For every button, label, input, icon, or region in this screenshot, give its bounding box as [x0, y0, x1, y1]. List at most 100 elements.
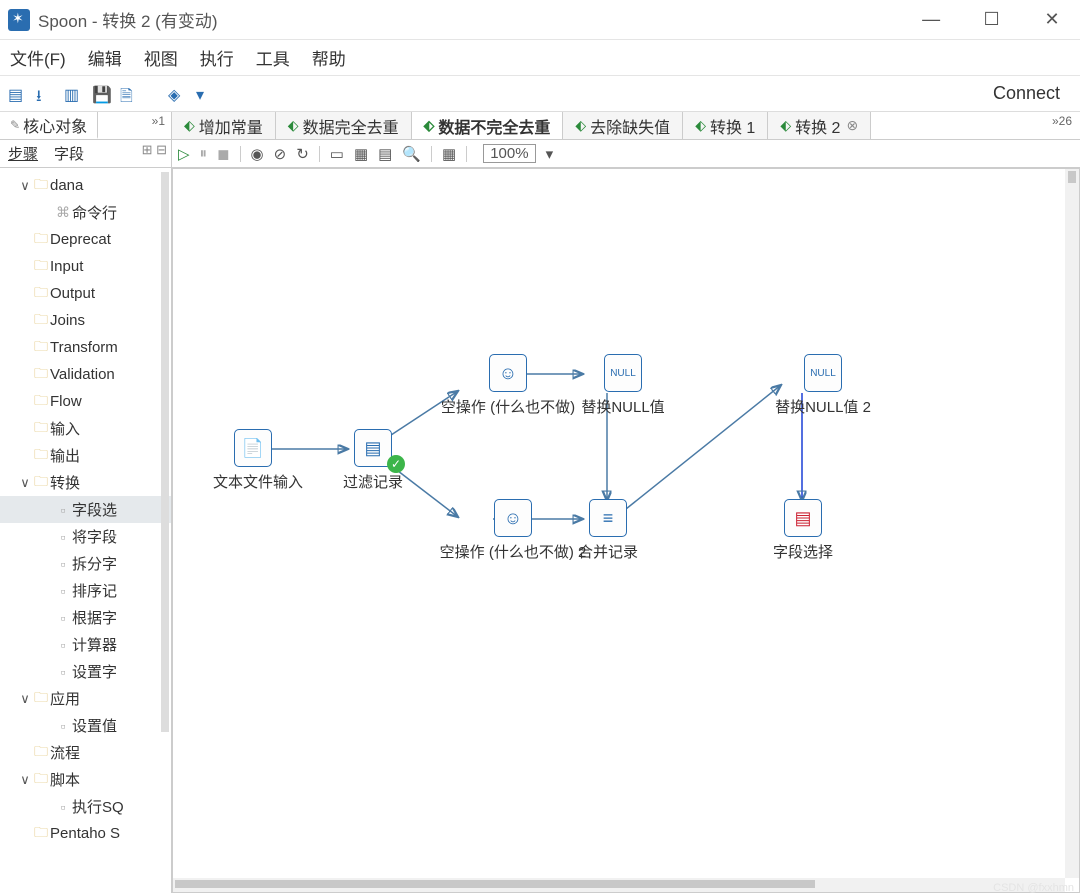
transformation-icon: ⬖ [575, 117, 586, 134]
explore-icon[interactable]: ▥ [64, 85, 82, 103]
sidebar-tab-overflow[interactable]: »1 [146, 112, 171, 139]
tree-item[interactable]: 🗀输出 [0, 442, 171, 469]
horizontal-scrollbar[interactable] [173, 878, 1065, 892]
editor-tab[interactable]: ⬖去除缺失值 [563, 112, 683, 139]
tree-item[interactable]: ▫根据字 [0, 604, 171, 631]
saveas-icon[interactable]: 🗎 [120, 85, 138, 103]
node-replace-null-1[interactable]: NULL替换NULL值 [568, 354, 678, 417]
tree-item[interactable]: 🗀Deprecat [0, 226, 171, 253]
open-icon[interactable]: ⭳ [36, 85, 54, 103]
zoom-select[interactable]: 100% [483, 144, 535, 163]
transformation-icon: ⬖ [695, 117, 706, 134]
close-button[interactable]: ✕ [1024, 9, 1080, 30]
pause-icon[interactable]: ⏸ [200, 145, 208, 162]
replay-icon[interactable]: ↻ [296, 145, 309, 163]
sidebar-tree[interactable]: ∨🗀dana⌘命令行🗀Deprecat🗀Input🗀Output🗀Joins🗀T… [0, 168, 171, 893]
save-icon[interactable]: 💾 [92, 85, 110, 103]
tree-item[interactable]: ∨🗀应用 [0, 685, 171, 712]
check-badge-icon: ✓ [387, 455, 405, 473]
transformation-icon: ⬖ [288, 117, 299, 134]
new-icon[interactable]: ▤ [8, 85, 26, 103]
menu-bar: 文件(F) 编辑 视图 执行 工具 帮助 [0, 40, 1080, 76]
sidebar-header: 步骤 字段 ⊞ ⊟ [0, 140, 171, 168]
sidebar-head-steps[interactable]: 步骤 [0, 140, 46, 167]
editor-tabs: ⬖增加常量⬖数据完全去重⬖数据不完全去重⬖去除缺失值⬖转换 1⬖转换 2⊗ »26 [172, 112, 1080, 140]
menu-file[interactable]: 文件(F) [10, 45, 66, 70]
debug-icon[interactable]: ⊘ [274, 145, 287, 163]
menu-edit[interactable]: 编辑 [88, 45, 122, 70]
tree-item[interactable]: 🗀Validation [0, 361, 171, 388]
sidebar-head-icons[interactable]: ⊞ ⊟ [138, 140, 171, 167]
layers-icon[interactable]: ◈ [168, 85, 186, 103]
canvas-toolbar: ▷ ⏸ ◼ ◉ ⊘ ↻ ▭ ▦ ▤ 🔍 ▦ 100% ▾ [172, 140, 1080, 168]
head-icon: ☺ [489, 354, 527, 392]
connect-link[interactable]: Connect [993, 83, 1060, 104]
tree-item[interactable]: ∨🗀脚本 [0, 766, 171, 793]
tree-item[interactable]: 🗀Transform [0, 334, 171, 361]
canvas[interactable]: 📄文本文件输入 ▤过滤记录✓ ☺空操作 (什么也不做) NULL替换NULL值 … [172, 168, 1080, 893]
maximize-button[interactable]: ☐ [964, 9, 1020, 30]
search-icon[interactable]: 🔍 [402, 145, 421, 163]
editor-tab[interactable]: ⬖数据不完全去重 [412, 112, 564, 139]
zoom-dropdown-icon[interactable]: ▾ [546, 145, 554, 163]
tree-item[interactable]: 🗀Joins [0, 307, 171, 334]
editor-tab[interactable]: ⬖数据完全去重 [276, 112, 412, 139]
app-icon [8, 9, 30, 31]
impact-icon[interactable]: ▦ [354, 145, 368, 163]
tree-item[interactable]: ▫计算器 [0, 631, 171, 658]
node-merge-rows[interactable]: ≡合并记录 [568, 499, 648, 562]
stop-icon[interactable]: ◼ [217, 145, 229, 163]
node-select-values[interactable]: ▤字段选择 [763, 499, 843, 562]
vertical-scrollbar[interactable] [1065, 169, 1079, 878]
sql-icon[interactable]: ▭ [330, 145, 344, 163]
editor-tab[interactable]: ⬖转换 1 [683, 112, 768, 139]
tree-item[interactable]: ▫将字段 [0, 523, 171, 550]
node-text-file-input[interactable]: 📄文本文件输入 [213, 429, 293, 492]
editor-tab[interactable]: ⬖转换 2⊗ [768, 112, 871, 139]
tree-item[interactable]: 🗀流程 [0, 739, 171, 766]
menu-help[interactable]: 帮助 [312, 45, 346, 70]
transformation-icon: ⬖ [424, 117, 435, 134]
menu-run[interactable]: 执行 [200, 45, 234, 70]
tabs-overflow[interactable]: »26 [1044, 112, 1080, 139]
tree-item[interactable]: ▫字段选 [0, 496, 171, 523]
sidebar-tabs: ✎核心对象 »1 [0, 112, 171, 140]
menu-tools[interactable]: 工具 [256, 45, 290, 70]
watermark: CSDN @fxxhmn [993, 882, 1074, 894]
db-icon[interactable]: ▤ [378, 145, 392, 163]
node-replace-null-2[interactable]: NULL替换NULL值 2 [763, 354, 883, 417]
node-filter-rows[interactable]: ▤过滤记录✓ [333, 429, 413, 492]
head-icon: ☺ [494, 499, 532, 537]
tree-item[interactable]: ▫拆分字 [0, 550, 171, 577]
tree-item[interactable]: 🗀Output [0, 280, 171, 307]
sidebar-head-fields[interactable]: 字段 [46, 140, 92, 167]
preview-icon[interactable]: ◉ [251, 145, 264, 163]
tree-item[interactable]: ∨🗀dana [0, 172, 171, 199]
tab-close-icon[interactable]: ⊗ [846, 117, 858, 134]
file-icon: 📄 [234, 429, 272, 467]
tree-item[interactable]: ▫排序记 [0, 577, 171, 604]
null-icon: NULL [804, 354, 842, 392]
tree-item[interactable]: 🗀Pentaho S [0, 820, 171, 847]
title-bar: Spoon - 转换 2 (有变动) — ☐ ✕ [0, 0, 1080, 40]
tree-item[interactable]: 🗀Input [0, 253, 171, 280]
layout-icon[interactable]: ▦ [442, 145, 456, 163]
null-icon: NULL [604, 354, 642, 392]
tree-item[interactable]: ▫设置值 [0, 712, 171, 739]
run-icon[interactable]: ▷ [178, 145, 190, 163]
tree-item[interactable]: ⌘命令行 [0, 199, 171, 226]
transformation-icon: ⬖ [780, 117, 791, 134]
menu-view[interactable]: 视图 [144, 45, 178, 70]
tree-item[interactable]: 🗀Flow [0, 388, 171, 415]
tree-item[interactable]: ∨🗀转换 [0, 469, 171, 496]
minimize-button[interactable]: — [903, 9, 959, 30]
tree-item[interactable]: ▫设置字 [0, 658, 171, 685]
merge-icon: ≡ [589, 499, 627, 537]
window-title: Spoon - 转换 2 (有变动) [38, 7, 903, 32]
dropdown-icon[interactable]: ▾ [196, 85, 214, 103]
tree-item[interactable]: ▫执行SQ [0, 793, 171, 820]
toolbar: ▤ ⭳ ▥ 💾 🗎 ◈ ▾ Connect [0, 76, 1080, 112]
tree-item[interactable]: 🗀输入 [0, 415, 171, 442]
editor-tab[interactable]: ⬖增加常量 [172, 112, 276, 139]
sidebar-tab-core[interactable]: ✎核心对象 [0, 112, 98, 139]
